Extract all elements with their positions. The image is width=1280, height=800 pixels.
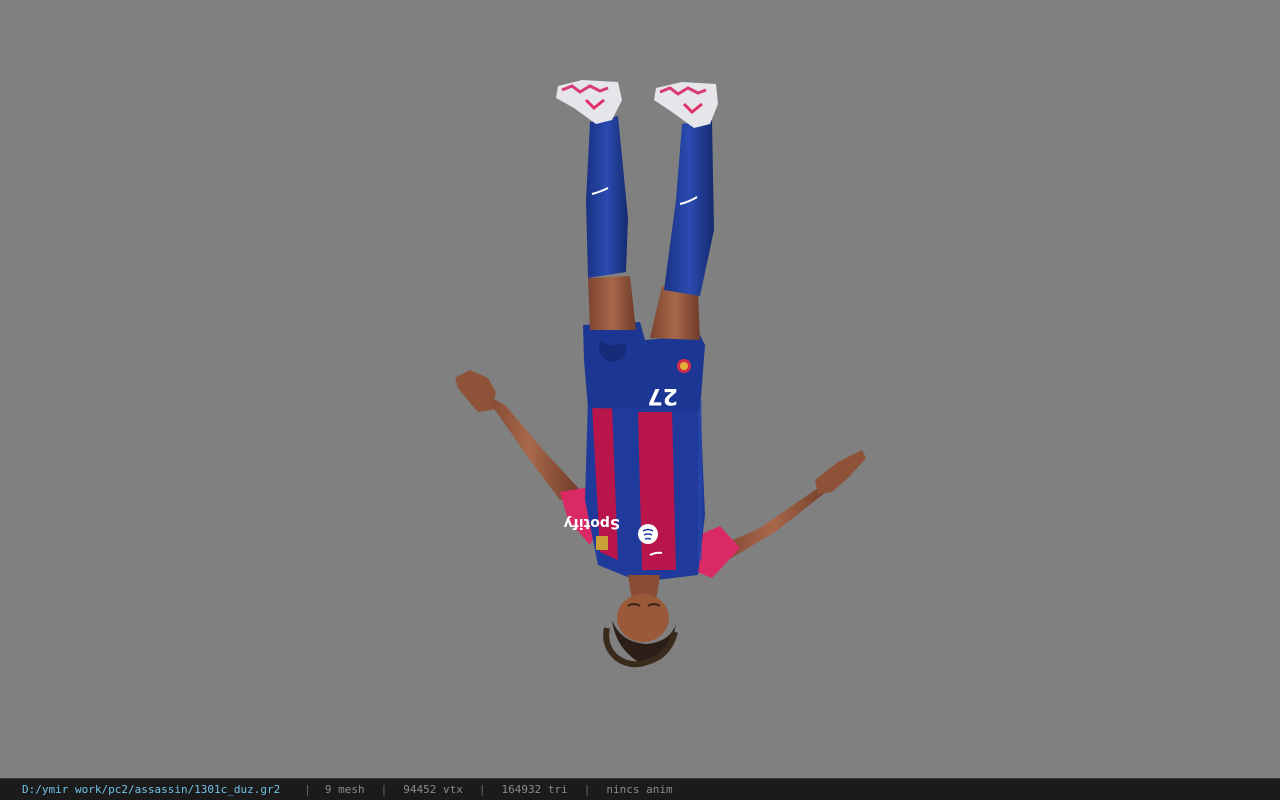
mesh-count: 9 mesh	[324, 783, 365, 796]
vertex-count: 94452 vtx	[403, 783, 463, 796]
separator: |	[380, 783, 388, 796]
file-path: D:/ymir work/pc2/assassin/1301c_duz.gr2	[22, 783, 281, 796]
separator: |	[583, 783, 591, 796]
shirt-number: 27	[647, 383, 678, 408]
3d-viewport[interactable]: Spotify 27	[0, 0, 1280, 778]
right-arm	[688, 450, 866, 578]
separator: |	[478, 783, 486, 796]
head	[603, 575, 678, 668]
sponsor-logo: Spotify	[564, 515, 620, 531]
triangle-count: 164932 tri	[501, 783, 568, 796]
animation-status: nincs anim	[606, 783, 673, 796]
player-model[interactable]: Spotify 27	[0, 0, 1280, 778]
separator: |	[304, 783, 311, 796]
status-bar: D:/ymir work/pc2/assassin/1301c_duz.gr2 …	[0, 778, 1280, 800]
legs	[586, 116, 714, 340]
boots	[556, 80, 718, 128]
